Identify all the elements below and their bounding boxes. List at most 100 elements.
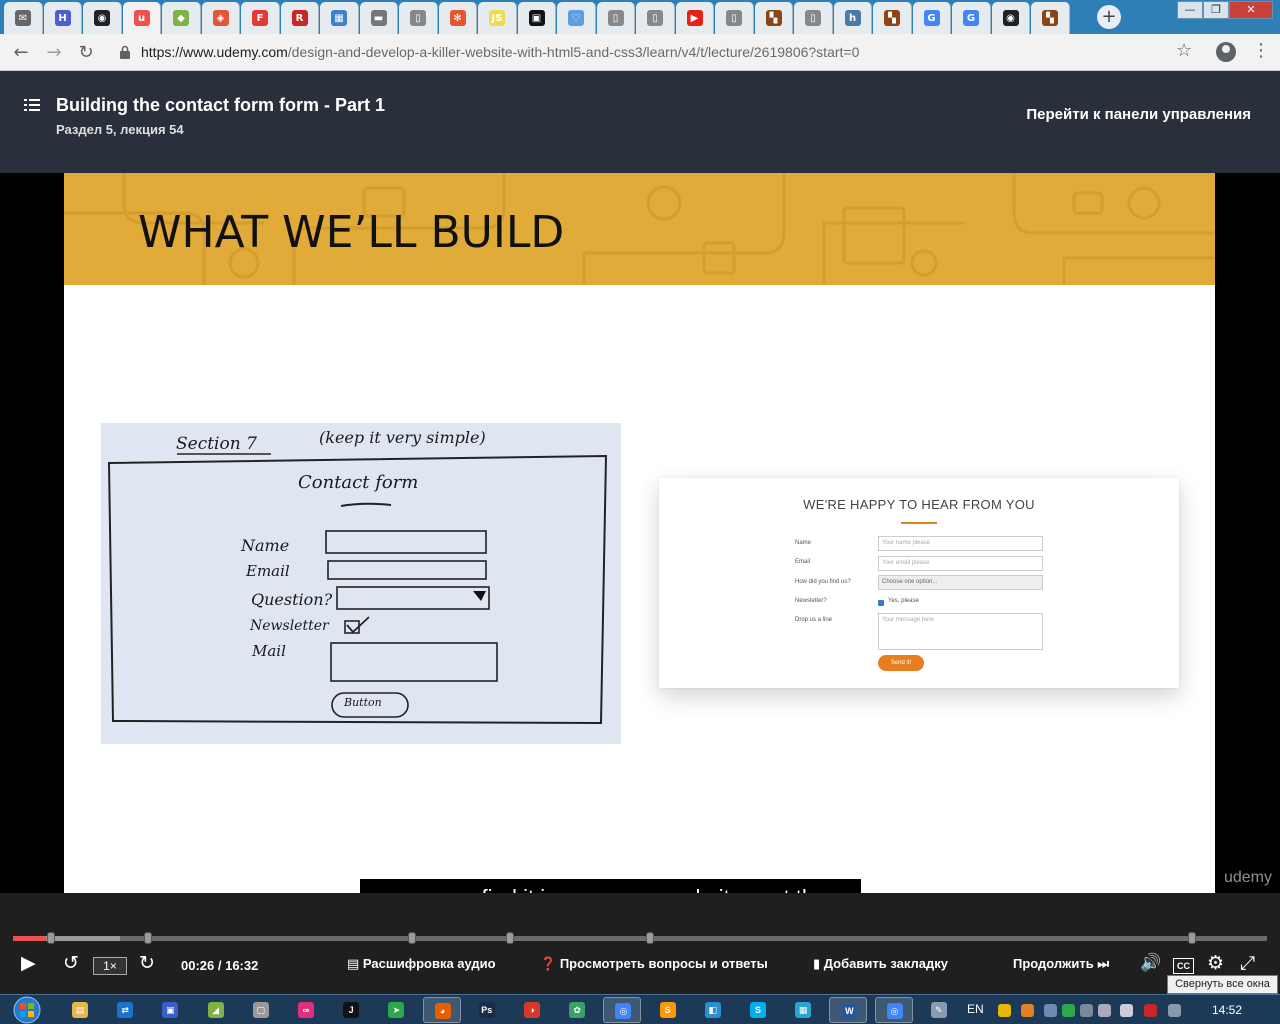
taskbar-app-save[interactable]: ▣ [151,997,189,1023]
go-to-dashboard-link[interactable]: Перейти к панели управления [1026,106,1251,123]
progress-marker[interactable] [1187,932,1196,944]
browser-tab[interactable]: ▯ [715,2,754,34]
browser-tab[interactable]: ◆ [162,2,201,34]
language-indicator[interactable]: EN [967,1002,984,1016]
browser-tab[interactable]: ▚ [873,2,912,34]
browser-tab[interactable]: ▚ [1031,2,1070,34]
fullscreen-icon[interactable]: ⤢ [1240,953,1255,973]
browser-tab[interactable]: ◉ [991,2,1030,34]
browser-tab[interactable]: ▣ [517,2,556,34]
forward-icon[interactable]: ↻ [139,953,155,973]
form-label-message: Drop us a line [795,617,833,623]
new-tab-button[interactable]: + [1097,5,1121,29]
tray-colors-icon[interactable] [998,1004,1011,1017]
taskbar-app-teamviewer[interactable]: ⇄ [106,997,144,1023]
closed-captions-button[interactable]: CC [1173,958,1194,974]
browser-tab[interactable]: ▯ [596,2,635,34]
taskbar-app-vscode[interactable]: ◧ [694,997,732,1023]
progress-marker[interactable] [144,932,153,944]
browser-tab[interactable]: ◈ [201,2,240,34]
bookmark-star-icon[interactable]: ☆ [1176,40,1192,61]
volume-icon[interactable]: 🔊 [1140,953,1161,973]
taskbar-app-chrome[interactable]: ◎ [603,997,642,1023]
browser-tab[interactable]: ▯ [794,2,833,34]
tray-device-icon[interactable] [1080,1004,1093,1017]
tab-favicon-icon: u [133,10,150,26]
continue-button[interactable]: Продолжить ⏭ [1013,956,1109,972]
browser-menu-icon[interactable]: ⋮ [1252,40,1270,61]
minimize-button[interactable]: — [1177,1,1203,19]
maximize-button[interactable]: ❐ [1203,1,1229,19]
tray-status-icon[interactable] [1062,1004,1075,1017]
taskbar-app-jetbrains[interactable]: J [332,997,370,1023]
progress-marker[interactable] [646,932,655,944]
taskbar-app-android[interactable]: ◢ [197,997,235,1023]
transcript-button[interactable]: ▤ Расшифровка аудио [347,956,496,972]
curriculum-list-icon[interactable] [24,98,40,112]
url-path: /design-and-develop-a-killer-website-wit… [287,44,860,60]
taskbar-app-photoshop[interactable]: Ps [468,997,506,1023]
taskbar-app-chrome2[interactable]: ◎ [874,997,913,1023]
account-icon[interactable] [1216,42,1236,62]
forward-button[interactable]: → [41,40,67,66]
taskbar-app-flickr[interactable]: ∞ [287,997,325,1023]
back-button[interactable]: ← [8,40,34,66]
form-checkbox-label: Yes, please [888,598,919,604]
browser-tab[interactable]: G [952,2,991,34]
taskbar-app-color[interactable]: ◑ [513,997,551,1023]
browser-tab[interactable]: JS [478,2,517,34]
browser-tab[interactable]: R [280,2,319,34]
playback-speed-button[interactable]: 1× [93,957,127,975]
progress-marker[interactable] [46,932,55,944]
browser-tab[interactable]: H [43,2,82,34]
settings-gear-icon[interactable]: ⚙ [1207,953,1224,973]
reload-button[interactable]: ↻ [73,40,99,66]
browser-tab[interactable]: ▚ [754,2,793,34]
browser-tab[interactable]: ▶ [675,2,714,34]
browser-tab[interactable]: ✻ [438,2,477,34]
tray-flag-icon[interactable] [1144,1004,1157,1017]
tray-wifi-icon[interactable] [1168,1004,1181,1017]
tab-favicon-icon: ◉ [94,10,110,26]
close-window-button[interactable]: ✕ [1229,1,1273,19]
taskbar-app-sublime[interactable]: S [649,997,687,1023]
tray-sync-icon[interactable] [1044,1004,1057,1017]
address-bar[interactable]: https://www.udemy.com/design-and-develop… [141,44,859,60]
browser-tab[interactable]: ◉ [83,2,122,34]
browser-tab[interactable]: ▯ [399,2,438,34]
browser-tab[interactable]: G [912,2,951,34]
qa-button[interactable]: ❓ Просмотреть вопросы и ответы [540,956,768,972]
tray-app-icon[interactable] [1021,1004,1034,1017]
taskbar-app-arrow[interactable]: ➤ [377,997,415,1023]
bookmark-button[interactable]: ▮ Добавить закладку [813,956,948,972]
browser-tab[interactable]: ▯ [636,2,675,34]
browser-tab[interactable]: F [241,2,280,34]
browser-tab[interactable]: ▬ [359,2,398,34]
tray-volume-icon[interactable] [1120,1004,1133,1017]
rewind-icon[interactable]: ↺ [63,953,79,973]
taskbar-app-settings[interactable]: ✿ [558,997,596,1023]
browser-tab[interactable]: ♡ [557,2,596,34]
browser-tab[interactable]: h [833,2,872,34]
taskbar-app-word[interactable]: W [829,997,868,1023]
taskbar-app-box[interactable]: ▢ [242,997,280,1023]
browser-tab[interactable]: ✉ [4,2,43,34]
progress-marker[interactable] [407,932,416,944]
taskbar-app-paint[interactable]: ✎ [920,997,958,1023]
chrome-icon: ◎ [615,1003,632,1019]
progress-marker[interactable] [505,932,514,944]
taskbar-app-explorer[interactable]: ▤ [61,997,99,1023]
tab-favicon-icon: ▯ [607,10,624,26]
taskbar-app-calendar[interactable]: ▦ [784,997,822,1023]
browser-tab[interactable]: u [122,2,161,34]
tray-network-icon[interactable] [1098,1004,1111,1017]
play-icon[interactable]: ▶ [21,953,36,973]
taskbar-app-firefox[interactable]: ◕ [422,997,461,1023]
form-send-button: Send it! [878,655,924,671]
browser-tab[interactable]: ▦ [320,2,359,34]
qa-label: Просмотреть вопросы и ответы [559,956,768,971]
taskbar-app-skype[interactable]: S [739,997,777,1023]
video-player[interactable]: WHAT WE’LL BUILD Section 7 (keep it very… [0,173,1280,893]
windows-start-icon[interactable] [10,995,44,1024]
progress-bar[interactable] [13,936,1267,941]
